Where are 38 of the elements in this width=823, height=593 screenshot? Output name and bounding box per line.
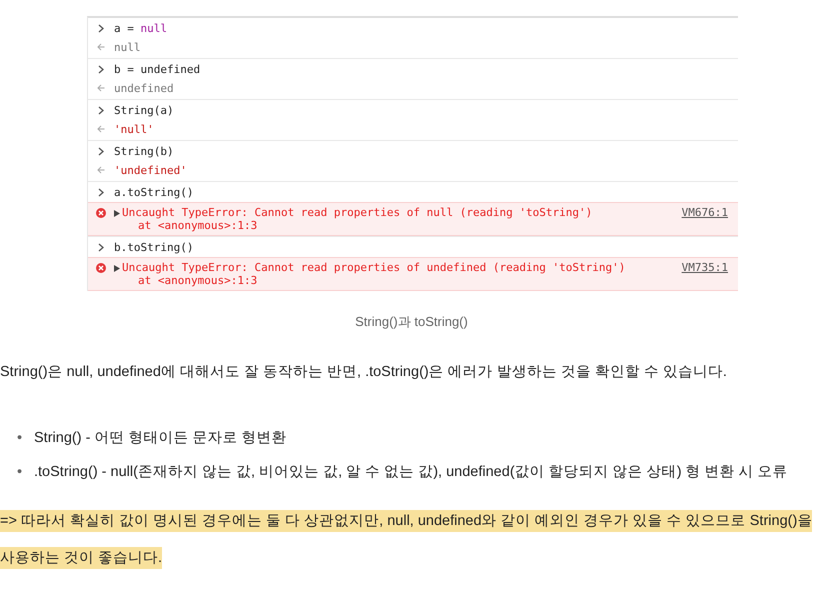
expand-triangle-icon[interactable] (114, 264, 120, 272)
expand-triangle-icon[interactable] (114, 210, 120, 216)
return-arrow-icon (97, 125, 105, 133)
bullet-marker: • (17, 463, 24, 482)
command-text: a = null (114, 22, 167, 35)
highlighted-text: 사용하는 것이 좋습니다. (0, 547, 162, 569)
console-output: 'null' (114, 123, 154, 136)
source-link[interactable]: VM676:1 (682, 206, 738, 219)
command-text: String(a) (114, 104, 174, 117)
command-text: a.toString() (114, 186, 194, 199)
source-link[interactable]: VM735:1 (682, 261, 738, 274)
command-text: b = undefined (114, 63, 200, 76)
return-arrow-icon (97, 84, 105, 92)
error-icon (96, 263, 106, 273)
command-text: String(b) (114, 145, 174, 158)
chevron-right-icon (98, 147, 104, 156)
chevron-right-icon (98, 65, 104, 74)
image-caption: String()과 toString() (354, 313, 469, 331)
highlighted-text: => 따라서 확실히 값이 명시된 경우에는 둘 다 상관없지만, null, undefined와 같이 예외인 경우가 있을 수 있으므로 String()을 (0, 510, 812, 532)
bullet-marker: • (17, 429, 24, 448)
console-output: null (114, 41, 140, 54)
chevron-right-icon (98, 24, 104, 33)
console-output: 'undefined' (114, 164, 187, 177)
return-arrow-icon (97, 166, 105, 174)
chevron-right-icon (98, 243, 104, 252)
stack-trace: at <anonymous>:1:3 (137, 274, 258, 287)
console-output: undefined (114, 82, 174, 95)
error-icon (96, 208, 106, 218)
stack-trace: at <anonymous>:1:3 (137, 219, 258, 232)
chevron-right-icon (98, 188, 104, 197)
list-item-text: String() - 어떤 형태이든 문자로 형변환 (34, 429, 287, 448)
error-text: Uncaught TypeError: Cannot read properties of undefined (reading 'toString') (122, 261, 626, 274)
command-text: b.toString() (114, 241, 194, 254)
return-arrow-icon (97, 43, 105, 51)
error-text: Uncaught TypeError: Cannot read properties of null (reading 'toString') (122, 206, 592, 219)
list-item-text: .toString() - null(존재하지 않는 값, 비어있는 값, 알 수 없는 값), undefined(값이 할당되지 않은 상태) 형 변환 시 오류 (34, 463, 788, 482)
chevron-right-icon (98, 106, 104, 115)
paragraph: String()은 null, undefined에 대해서도 잘 동작하는 반면, .toString()은 에러가 발생하는 것을 확인할 수 있습니다. (0, 363, 728, 382)
